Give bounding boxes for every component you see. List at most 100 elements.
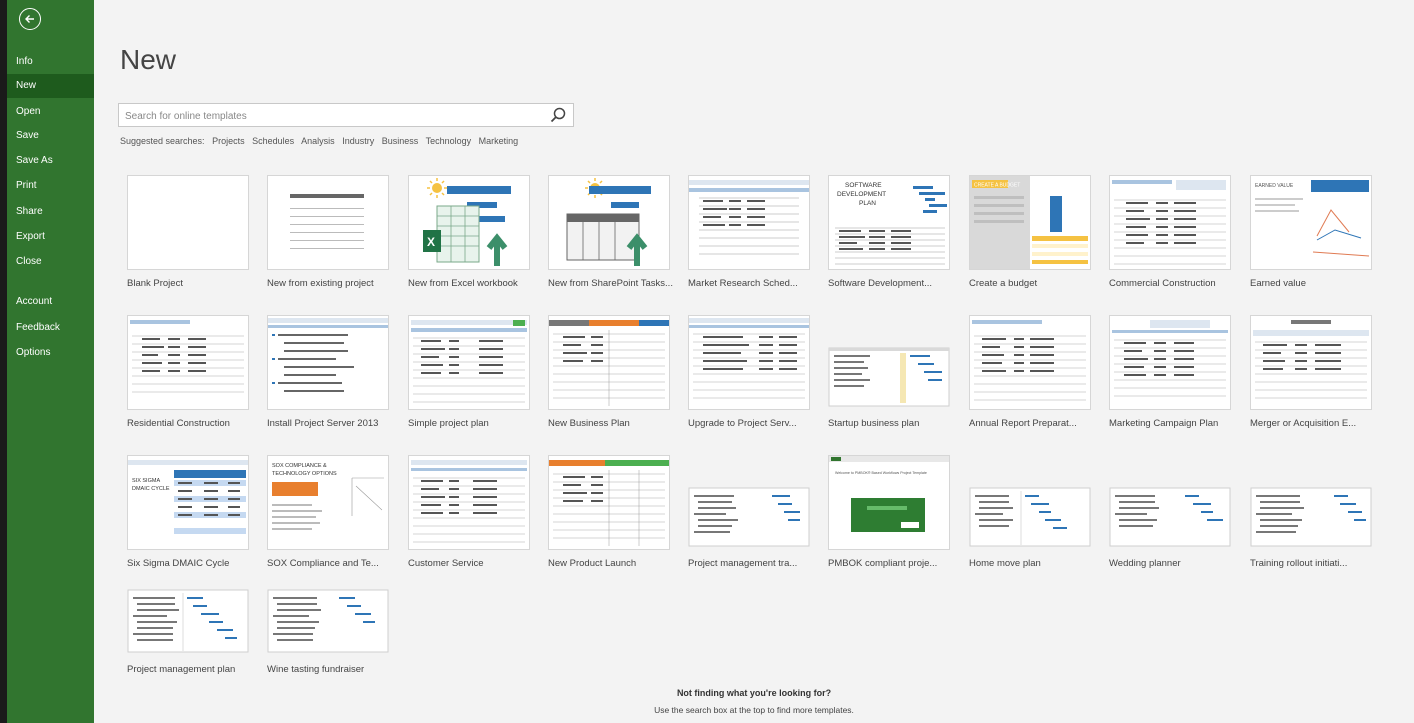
template-customer-service[interactable]: Customer Service bbox=[408, 455, 530, 585]
template-thumbnail bbox=[267, 175, 389, 270]
template-thumbnail bbox=[548, 175, 670, 270]
template-thumbnail bbox=[1109, 455, 1231, 550]
template-label: Market Research Sched... bbox=[688, 278, 798, 289]
nav-export[interactable]: Export bbox=[7, 225, 94, 249]
thumb-title: DMAIC CYCLE bbox=[132, 486, 170, 492]
template-label: Project management plan bbox=[127, 664, 236, 675]
template-label: New from Excel workbook bbox=[408, 278, 518, 289]
template-label: Commercial Construction bbox=[1109, 278, 1216, 289]
nav-close[interactable]: Close bbox=[7, 250, 94, 274]
template-search-box[interactable] bbox=[118, 103, 574, 128]
template-label: New from existing project bbox=[267, 278, 374, 289]
page-title: New bbox=[120, 44, 177, 75]
template-thumbnail bbox=[408, 455, 530, 550]
window-border bbox=[0, 0, 7, 723]
nav-account[interactable]: Account bbox=[7, 290, 94, 314]
template-thumbnail bbox=[267, 561, 389, 656]
thumb-title: PLAN bbox=[859, 200, 876, 207]
template-thumbnail: SOX COMPLIANCE & TECHNOLOGY OPTIONS bbox=[267, 455, 389, 550]
template-commercial-construction[interactable]: Commercial Construction bbox=[1109, 175, 1231, 305]
suggested-link-schedules[interactable]: Schedules bbox=[252, 136, 294, 146]
suggested-link-projects[interactable]: Projects bbox=[212, 136, 245, 146]
template-label: Residential Construction bbox=[127, 418, 230, 429]
template-startup-business-plan[interactable]: Startup business plan bbox=[828, 315, 950, 445]
thumb-title: CREATE A BUDGET bbox=[974, 183, 1020, 189]
template-simple-project-plan[interactable]: Simple project plan bbox=[408, 315, 530, 445]
template-market-research[interactable]: Market Research Sched... bbox=[688, 175, 810, 305]
nav-save[interactable]: Save bbox=[7, 124, 94, 148]
sun-icon bbox=[427, 178, 447, 198]
template-label: New Business Plan bbox=[548, 418, 630, 429]
template-new-from-sharepoint[interactable]: New from SharePoint Tasks... bbox=[548, 175, 673, 305]
search-icon bbox=[550, 107, 566, 123]
template-label: Simple project plan bbox=[408, 418, 489, 429]
template-thumbnail bbox=[548, 455, 670, 550]
template-thumbnail bbox=[688, 315, 810, 410]
nav-new[interactable]: New bbox=[7, 74, 94, 98]
template-label: Blank Project bbox=[127, 278, 183, 289]
nav-feedback[interactable]: Feedback bbox=[7, 316, 94, 340]
template-thumbnail bbox=[1250, 455, 1372, 550]
thumb-title: TECHNOLOGY OPTIONS bbox=[272, 471, 337, 477]
not-finding-heading: Not finding what you're looking for? bbox=[676, 688, 832, 698]
back-arrow-icon bbox=[25, 15, 34, 23]
template-install-project-server[interactable]: Install Project Server 2013 bbox=[267, 315, 389, 445]
nav-open[interactable]: Open bbox=[7, 100, 94, 124]
template-wine-tasting[interactable]: Wine tasting fundraiser bbox=[267, 561, 389, 691]
back-button[interactable] bbox=[19, 8, 41, 30]
template-create-budget[interactable]: CREATE A BUDGET Create a budget bbox=[969, 175, 1091, 305]
suggested-link-industry[interactable]: Industry bbox=[342, 136, 374, 146]
template-project-management-plan[interactable]: Project management plan bbox=[127, 561, 249, 691]
template-thumbnail bbox=[1109, 175, 1231, 270]
template-earned-value[interactable]: EARNED VALUE Earned value bbox=[1250, 175, 1372, 305]
template-label: Software Development... bbox=[828, 278, 933, 289]
template-label: New Product Launch bbox=[548, 558, 637, 569]
template-thumbnail bbox=[127, 561, 249, 656]
template-thumbnail bbox=[127, 175, 249, 270]
template-thumbnail: Welcome to PMBOK® Based Workflows Projec… bbox=[828, 455, 950, 550]
template-label: Project management tra... bbox=[688, 558, 798, 569]
template-thumbnail bbox=[969, 315, 1091, 410]
backstage-sidebar: Info New Open Save Save As Print Share E… bbox=[7, 0, 94, 723]
template-new-from-excel[interactable]: X New from Excel workbook bbox=[408, 175, 530, 305]
search-input[interactable] bbox=[119, 104, 547, 128]
template-thumbnail bbox=[688, 455, 810, 550]
template-thumbnail bbox=[1109, 315, 1231, 410]
nav-info[interactable]: Info bbox=[7, 50, 94, 74]
main-panel: New Suggested searches: Projects Schedul… bbox=[94, 0, 1414, 723]
template-residential-construction[interactable]: Residential Construction bbox=[127, 315, 249, 445]
template-thumbnail bbox=[267, 315, 389, 410]
template-new-from-existing[interactable]: New from existing project bbox=[267, 175, 389, 305]
search-button[interactable] bbox=[549, 106, 567, 124]
template-annual-report[interactable]: Annual Report Preparat... bbox=[969, 315, 1091, 445]
thumb-title: DEVELOPMENT bbox=[837, 191, 886, 198]
template-software-development[interactable]: SOFTWARE DEVELOPMENT PLAN Software Devel… bbox=[828, 175, 950, 305]
template-new-product-launch[interactable]: New Product Launch bbox=[548, 455, 670, 585]
template-merger-acquisition[interactable]: Merger or Acquisition E... bbox=[1250, 315, 1372, 445]
suggested-link-analysis[interactable]: Analysis bbox=[301, 136, 335, 146]
template-thumbnail: SIX SIGMA DMAIC CYCLE bbox=[127, 455, 249, 550]
template-wedding-planner[interactable]: Wedding planner bbox=[1109, 455, 1231, 585]
template-marketing-campaign[interactable]: Marketing Campaign Plan bbox=[1109, 315, 1231, 445]
template-pmbok[interactable]: Welcome to PMBOK® Based Workflows Projec… bbox=[828, 455, 950, 585]
nav-save-as[interactable]: Save As bbox=[7, 149, 94, 173]
nav-options[interactable]: Options bbox=[7, 341, 94, 365]
template-thumbnail bbox=[828, 315, 950, 410]
template-label: Marketing Campaign Plan bbox=[1109, 418, 1219, 429]
suggested-searches-label: Suggested searches: bbox=[120, 136, 205, 146]
suggested-link-business[interactable]: Business bbox=[382, 136, 419, 146]
suggested-link-technology[interactable]: Technology bbox=[426, 136, 472, 146]
suggested-link-marketing[interactable]: Marketing bbox=[479, 136, 519, 146]
template-label: Customer Service bbox=[408, 558, 484, 569]
template-project-mgmt-training[interactable]: Project management tra... bbox=[688, 455, 810, 585]
template-new-business-plan[interactable]: New Business Plan bbox=[548, 315, 670, 445]
template-blank-project[interactable]: Blank Project bbox=[127, 175, 249, 305]
thumb-title: SIX SIGMA bbox=[132, 478, 160, 484]
not-finding-hint: Use the search box at the top to find mo… bbox=[654, 705, 854, 715]
nav-print[interactable]: Print bbox=[7, 174, 94, 198]
nav-share[interactable]: Share bbox=[7, 200, 94, 224]
template-training-rollout[interactable]: Training rollout initiati... bbox=[1250, 455, 1372, 585]
template-home-move-plan[interactable]: Home move plan bbox=[969, 455, 1091, 585]
template-upgrade-project-server[interactable]: Upgrade to Project Serv... bbox=[688, 315, 810, 445]
template-label: PMBOK compliant proje... bbox=[828, 558, 938, 569]
